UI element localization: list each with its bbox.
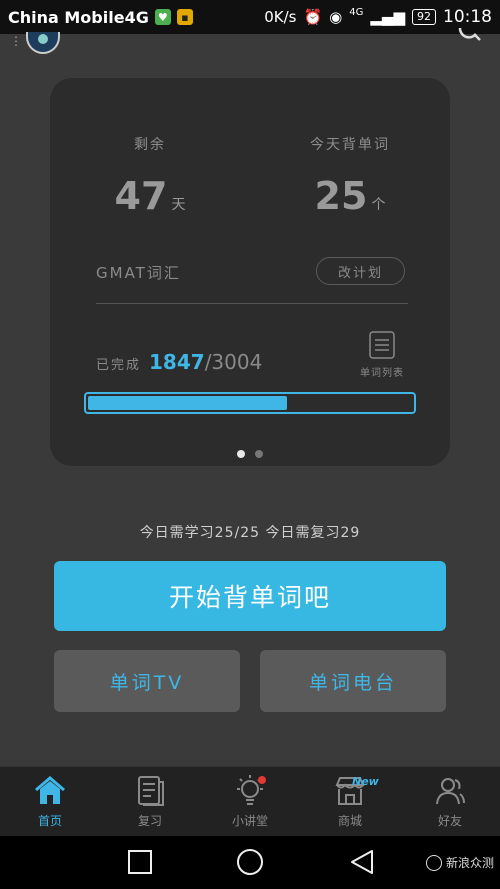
- progress-fill: [88, 396, 288, 410]
- remaining-days-stat: 剩余 47 天: [50, 134, 250, 218]
- word-tv-button[interactable]: 单词TV: [54, 650, 240, 712]
- battery-indicator: 92: [412, 9, 436, 25]
- tab-label: 首页: [37, 814, 62, 828]
- remaining-days-value: 47: [114, 174, 168, 218]
- wechat-notification-icon: ♥: [154, 9, 171, 25]
- exam-vocab-label: GMAT词汇: [96, 264, 181, 282]
- today-words-unit: 个: [371, 197, 386, 213]
- watermark: 新浪众测: [425, 854, 494, 871]
- network-speed: 0K/s: [264, 8, 297, 26]
- tab-friends[interactable]: 好友: [400, 767, 500, 836]
- app-notification-icon: ▪: [176, 9, 193, 25]
- total-words: /3004: [204, 350, 263, 374]
- bottom-tab-bar: 首页 复习 小讲堂 New 商城 好友: [0, 766, 500, 836]
- completed-label: 已完成: [96, 358, 142, 373]
- friends-icon: [436, 778, 465, 805]
- today-words-stat: 今天背单词 25 个: [250, 134, 450, 218]
- eye-icon: ◉: [329, 8, 343, 26]
- tab-review[interactable]: 复习: [100, 767, 200, 836]
- word-list-icon: [369, 331, 395, 359]
- network-type: 4G: [349, 7, 364, 18]
- notification-dot: [258, 776, 266, 784]
- tab-store[interactable]: New 商城: [300, 767, 400, 836]
- header: ⋮: [0, 28, 500, 58]
- tab-mini-lecture[interactable]: 小讲堂: [200, 767, 300, 836]
- today-task-summary: 今日需学习25/25 今日需复习29: [139, 525, 361, 541]
- search-icon[interactable]: [456, 28, 482, 50]
- carrier-name: China Mobile4G: [8, 7, 149, 27]
- alarm-icon: ⏰: [303, 8, 323, 26]
- tab-home[interactable]: 首页: [0, 767, 100, 836]
- completed-count: 1847: [149, 350, 205, 374]
- start-studying-button[interactable]: 开始背单词吧: [54, 561, 446, 631]
- completion-row: 已完成 1847/3004: [96, 350, 262, 374]
- avatar[interactable]: [26, 32, 60, 54]
- back-icon[interactable]: [348, 848, 376, 876]
- today-words-value: 25: [314, 174, 368, 218]
- plan-card: 剩余 47 天 今天背单词 25 个 GMAT词汇 改计划 已完成 1847/3…: [50, 78, 450, 466]
- word-list-button[interactable]: 单词列表: [352, 331, 412, 381]
- tab-label: 复习: [137, 814, 162, 828]
- progress-bar: [84, 392, 416, 414]
- tab-label: 商城: [337, 814, 362, 828]
- pager-dot[interactable]: [237, 450, 245, 458]
- change-plan-button[interactable]: 改计划: [316, 257, 405, 285]
- remaining-label: 剩余: [134, 137, 166, 153]
- system-nav-bar: 新浪众测: [0, 836, 500, 889]
- home-icon: [35, 776, 65, 804]
- clock: 10:18: [443, 7, 492, 27]
- divider: [96, 303, 408, 304]
- tab-label: 小讲堂: [231, 814, 268, 828]
- watermark-logo-icon: [425, 854, 442, 871]
- word-radio-button[interactable]: 单词电台: [260, 650, 446, 712]
- menu-dots-icon[interactable]: ⋮: [10, 34, 22, 48]
- signal-icon: ▂▄▆: [370, 8, 405, 26]
- watermark-text: 新浪众测: [445, 856, 494, 870]
- new-badge: New: [352, 775, 379, 788]
- card-pager[interactable]: [50, 450, 450, 458]
- word-list-label: 单词列表: [360, 368, 404, 379]
- today-words-label: 今天背单词: [310, 137, 390, 153]
- remaining-days-unit: 天: [171, 197, 186, 213]
- status-bar: China Mobile4G ♥ ▪ 0K/s ⏰ ◉ 4G ▂▄▆ 92 10…: [0, 0, 500, 34]
- pager-dot[interactable]: [255, 450, 263, 458]
- tab-label: 好友: [437, 814, 462, 828]
- recent-apps-icon[interactable]: [126, 848, 154, 876]
- home-button-icon[interactable]: [236, 848, 264, 876]
- review-icon: [138, 776, 164, 806]
